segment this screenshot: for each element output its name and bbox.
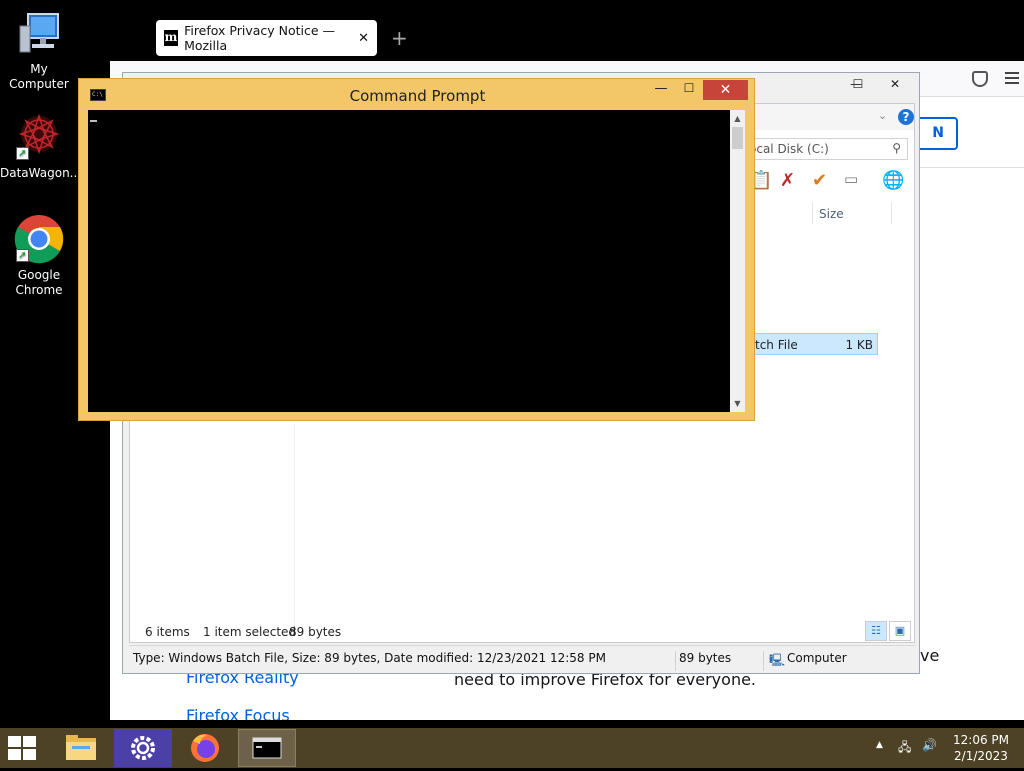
scroll-up-icon[interactable]: ▲ (730, 110, 745, 127)
column-header-size[interactable]: Size (812, 202, 892, 224)
vertical-scrollbar[interactable]: ▲ ▼ (730, 110, 745, 412)
delete-icon[interactable]: ✗ (780, 170, 795, 191)
separator (763, 651, 764, 671)
close-button[interactable]: ✕ (875, 77, 915, 95)
search-input[interactable]: ocal Disk (C:) ⚲ (742, 138, 908, 160)
maximize-button[interactable]: ☐ (675, 81, 703, 101)
volume-icon[interactable]: 🔊 (922, 738, 937, 752)
scrollbar-thumb[interactable] (732, 127, 743, 149)
search-icon: ⚲ (892, 141, 901, 155)
taskbar-firefox[interactable] (176, 729, 234, 767)
properties-icon[interactable]: ▭ (844, 170, 858, 188)
computer-small-icon: 🖳 (769, 653, 786, 667)
desktop-icon-label: Google Chrome (15, 268, 63, 297)
pocket-icon[interactable] (972, 71, 988, 87)
clock-time: 12:06 PM (953, 733, 1009, 747)
search-placeholder: ocal Disk (C:) (749, 142, 829, 156)
pane-divider (294, 424, 295, 634)
details-view-icon[interactable]: ☷ (865, 621, 887, 641)
computer-icon (14, 8, 64, 58)
desktop: My Computer ➚ DataWagon... ➚ Google Chro… (0, 0, 1024, 768)
tab-firefox-privacy-notice[interactable]: m Firefox Privacy Notice — Mozilla ✕ (156, 20, 377, 56)
chevron-down-icon[interactable]: ⌄ (878, 109, 887, 122)
mozilla-favicon-icon: m (164, 30, 179, 46)
cmd-taskbar-icon (252, 737, 282, 759)
status-selected: 1 item selected (203, 625, 297, 639)
explorer-info-bar: Type: Windows Batch File, Size: 89 bytes… (129, 645, 915, 671)
cmd-icon[interactable]: C:\ (90, 89, 106, 101)
new-tab-button[interactable]: + (391, 26, 408, 50)
hamburger-menu-icon[interactable] (1005, 72, 1019, 87)
desktop-icon-label: My Computer (9, 62, 69, 91)
file-type: tch File (755, 338, 798, 352)
datawagon-icon: ➚ (14, 112, 64, 162)
maximize-button[interactable]: ☐ (845, 77, 871, 95)
taskbar-command-prompt[interactable] (238, 729, 296, 767)
gear-icon (114, 729, 172, 767)
file-row-selected[interactable]: tch File 1 KB (750, 333, 878, 355)
desktop-icon-label: DataWagon... (0, 166, 82, 180)
network-icon[interactable]: 🖧 (898, 738, 911, 759)
help-icon[interactable]: ? (898, 109, 914, 125)
minimize-button[interactable]: — (647, 81, 675, 101)
start-button[interactable] (8, 736, 38, 760)
firefox-icon (191, 734, 219, 762)
taskbar-file-explorer[interactable] (52, 729, 110, 767)
status-selected-size: 89 bytes (289, 625, 342, 639)
separator (675, 651, 676, 671)
status-item-count: 6 items (145, 625, 190, 639)
desktop-icon-google-chrome[interactable]: ➚ Google Chrome (0, 214, 78, 298)
globe-icon[interactable]: 🌐 (882, 170, 904, 191)
clock-date: 2/1/2023 (954, 749, 1008, 763)
console-area[interactable] (88, 110, 730, 412)
info-text: Type: Windows Batch File, Size: 89 bytes… (133, 651, 606, 665)
explorer-status-bar: 6 items 1 item selected 89 bytes (129, 621, 915, 641)
tab-close-icon[interactable]: ✕ (358, 31, 369, 46)
taskbar-settings[interactable] (114, 729, 172, 767)
folder-icon (66, 735, 96, 760)
body-text-partial: ve (920, 646, 940, 665)
clock[interactable]: 12:06 PM 2/1/2023 (946, 732, 1016, 764)
scroll-down-icon[interactable]: ▼ (730, 395, 745, 412)
large-icons-view-icon[interactable]: ▣ (889, 621, 911, 641)
chrome-icon: ➚ (14, 214, 64, 264)
info-size: 89 bytes (679, 651, 732, 665)
taskbar: ▲ 🖧 🔊 12:06 PM 2/1/2023 (0, 728, 1024, 768)
shortcut-arrow-icon: ➚ (16, 249, 29, 262)
text-cursor (90, 120, 97, 122)
shortcut-arrow-icon: ➚ (16, 147, 29, 160)
firefox-tab-bar: m Firefox Privacy Notice — Mozilla ✕ + (110, 16, 1024, 61)
checkmark-icon[interactable]: ✔ (812, 170, 827, 191)
command-prompt-window: Command Prompt C:\ — ☐ ✕ ▲ ▼ (78, 78, 755, 421)
info-location: Computer (787, 651, 847, 665)
desktop-icon-my-computer[interactable]: My Computer (0, 8, 78, 92)
desktop-icon-datawagon[interactable]: ➚ DataWagon... (0, 112, 82, 181)
link-firefox-focus[interactable]: Firefox Focus (186, 706, 290, 720)
tab-title: Firefox Privacy Notice — Mozilla (184, 23, 336, 53)
file-size: 1 KB (845, 338, 873, 352)
close-button[interactable]: ✕ (703, 80, 748, 100)
show-hidden-icons-icon[interactable]: ▲ (876, 740, 883, 750)
